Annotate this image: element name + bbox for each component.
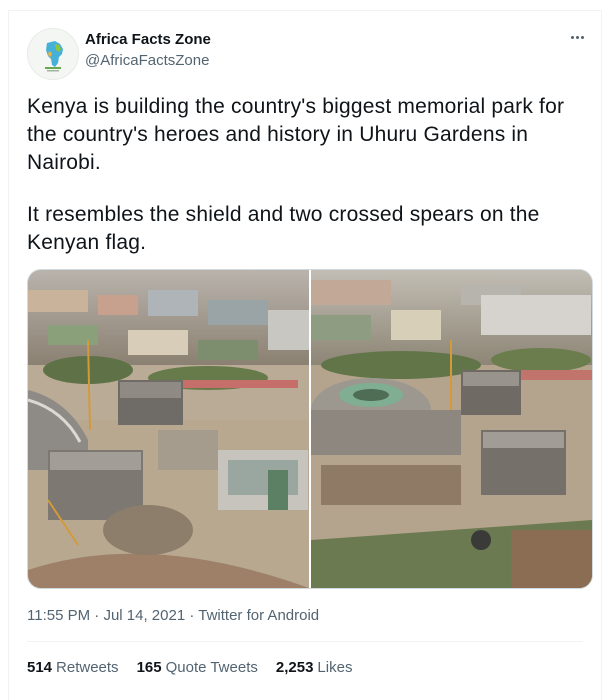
construction-photo-right[interactable] [311, 270, 592, 588]
tweet-time[interactable]: 11:55 PM [27, 607, 90, 624]
account-name[interactable]: Africa Facts Zone [85, 31, 211, 48]
meta-separator: · [94, 607, 100, 624]
tweet-text: Kenya is building the country's biggest … [27, 93, 587, 257]
retweets-stat[interactable]: 514 Retweets [27, 659, 119, 676]
tweet-stats: 514 Retweets 165 Quote Tweets 2,253 Likes [27, 659, 352, 676]
likes-label: Likes [317, 659, 353, 676]
tweet-media[interactable] [27, 269, 593, 589]
tweet-date[interactable]: Jul 14, 2021 [103, 607, 185, 624]
quote-tweets-count: 165 [136, 659, 162, 676]
africa-map-logo-icon [28, 29, 78, 79]
likes-stat[interactable]: 2,253 Likes [276, 659, 353, 676]
tweet-timestamp[interactable]: 11:55 PM · Jul 14, 2021 · Twitter for An… [27, 607, 319, 624]
account-handle[interactable]: @AfricaFactsZone [85, 52, 209, 69]
tweet-paragraph: Kenya is building the country's biggest … [27, 95, 565, 174]
divider [27, 641, 583, 642]
tweet-card: Africa Facts Zone @AfricaFactsZone Kenya… [8, 10, 602, 700]
quote-tweets-label: Quote Tweets [165, 659, 258, 676]
meta-separator: · [189, 607, 195, 624]
quote-tweets-stat[interactable]: 165 Quote Tweets [137, 659, 258, 676]
retweets-count: 514 [27, 659, 53, 676]
likes-count: 2,253 [275, 659, 314, 676]
retweets-label: Retweets [56, 659, 119, 676]
avatar[interactable] [27, 28, 79, 80]
tweet-paragraph: It resembles the shield and two crossed … [27, 203, 540, 254]
tweet-source[interactable]: Twitter for Android [198, 607, 319, 624]
more-options-icon[interactable] [565, 27, 589, 47]
construction-photo-left[interactable] [28, 270, 309, 588]
